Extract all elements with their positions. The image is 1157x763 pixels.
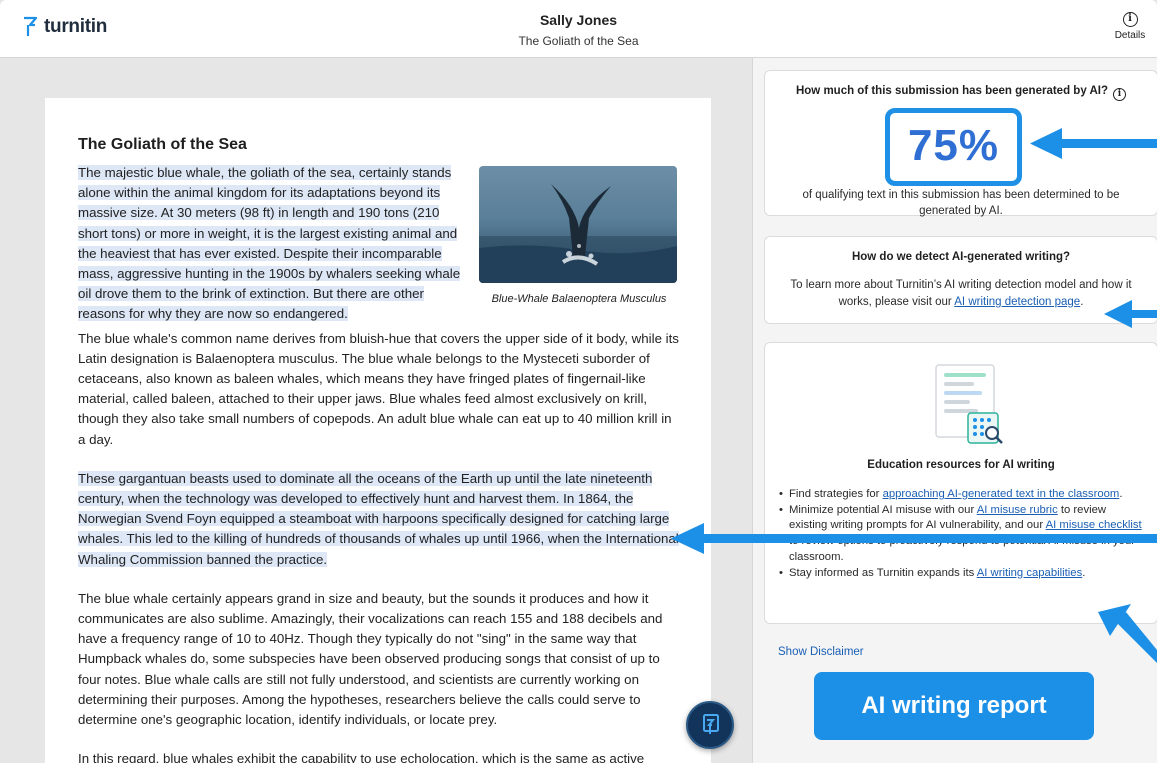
list-item-text: Find strategies for <box>789 488 883 500</box>
list-item-text: to review options to proactively respond… <box>789 535 1135 563</box>
list-item: Stay informed as Turnitin expands its AI… <box>779 566 1147 582</box>
approaching-ai-text-link[interactable]: approaching AI-generated text in the cla… <box>883 488 1120 500</box>
ai-report-panel: How much of this submission has been gen… <box>752 58 1157 763</box>
education-resources-list: Find strategies for approaching AI-gener… <box>779 487 1147 581</box>
list-item-text: . <box>1119 488 1123 500</box>
document-viewer[interactable]: The Goliath of the Sea Blue-Whale Balaen… <box>0 58 752 763</box>
whale-tail-image <box>479 166 677 283</box>
ai-writing-report-label: AI writing report <box>814 672 1094 740</box>
ai-highlight[interactable]: These gargantuan beasts used to dominate… <box>78 470 679 567</box>
list-item-text: Minimize potential AI misuse with our <box>789 503 977 516</box>
ai-writing-capabilities-link[interactable]: AI writing capabilities <box>977 567 1082 579</box>
app-header: turnitin Sally Jones The Goliath of the … <box>0 0 1157 58</box>
details-label: Details <box>1114 30 1146 41</box>
detection-text-end: . <box>1080 296 1084 308</box>
document-heading: The Goliath of the Sea <box>78 136 247 153</box>
info-icon: i <box>1122 12 1138 27</box>
details-button[interactable]: i Details <box>1113 12 1147 41</box>
show-disclaimer-link[interactable]: Show Disclaimer <box>778 646 864 658</box>
paragraph-2: The blue whale's common name derives fro… <box>78 330 679 447</box>
ai-score-question: How much of this submission has been gen… <box>765 85 1157 101</box>
ai-percentage-caption: of qualifying text in this submission ha… <box>802 189 1120 217</box>
ai-misuse-checklist-link[interactable]: AI misuse checklist <box>1046 519 1142 531</box>
paragraph-5: In this regard, blue whales exhibit the … <box>78 751 645 763</box>
submission-info: Sally Jones The Goliath of the Sea <box>0 12 1157 48</box>
list-item: Find strategies for approaching AI-gener… <box>779 487 1147 503</box>
list-item: Minimize potential AI misuse with our AI… <box>779 503 1147 566</box>
ai-score-card: How much of this submission has been gen… <box>764 70 1157 217</box>
ai-percentage-highlight: 75% <box>885 108 1022 186</box>
student-name: Sally Jones <box>539 12 618 28</box>
education-illustration-icon <box>935 364 1003 444</box>
detection-info-card: How do we detect AI-generated writing? T… <box>764 236 1157 324</box>
education-resources-card: Education resources for AI writing Find … <box>764 342 1157 624</box>
education-resources-title: Education resources for AI writing <box>867 459 1055 471</box>
ai-misuse-rubric-link[interactable]: AI misuse rubric <box>977 504 1058 516</box>
ai-detection-page-link[interactable]: AI writing detection page <box>954 296 1080 308</box>
figure-caption: Blue-Whale Balaenoptera Musculus <box>491 293 667 305</box>
document-title: The Goliath of the Sea <box>518 34 639 48</box>
ai-percentage: 75% <box>907 121 1000 170</box>
detection-info-title: How do we detect AI-generated writing? <box>851 251 1071 263</box>
list-item-text: Stay informed as Turnitin expands its <box>789 566 977 579</box>
list-item-text: . <box>1082 566 1086 579</box>
turnitin-fab-icon <box>703 714 719 734</box>
detection-info-text: To learn more about Turnitin’s AI writin… <box>773 277 1149 311</box>
paragraph-4: The blue whale certainly appears grand i… <box>78 590 663 728</box>
paragraph-3: These gargantuan beasts used to dominate… <box>78 469 679 570</box>
info-icon[interactable]: i <box>1113 88 1127 101</box>
turnitin-fab-button[interactable] <box>686 701 734 749</box>
document-page: The Goliath of the Sea Blue-Whale Balaen… <box>45 98 711 763</box>
ai-score-question-text: How much of this submission has been gen… <box>795 85 1109 97</box>
whale-figure: Blue-Whale Balaenoptera Musculus <box>479 166 679 305</box>
ai-highlight[interactable]: The majestic blue whale, the goliath of … <box>78 165 461 322</box>
